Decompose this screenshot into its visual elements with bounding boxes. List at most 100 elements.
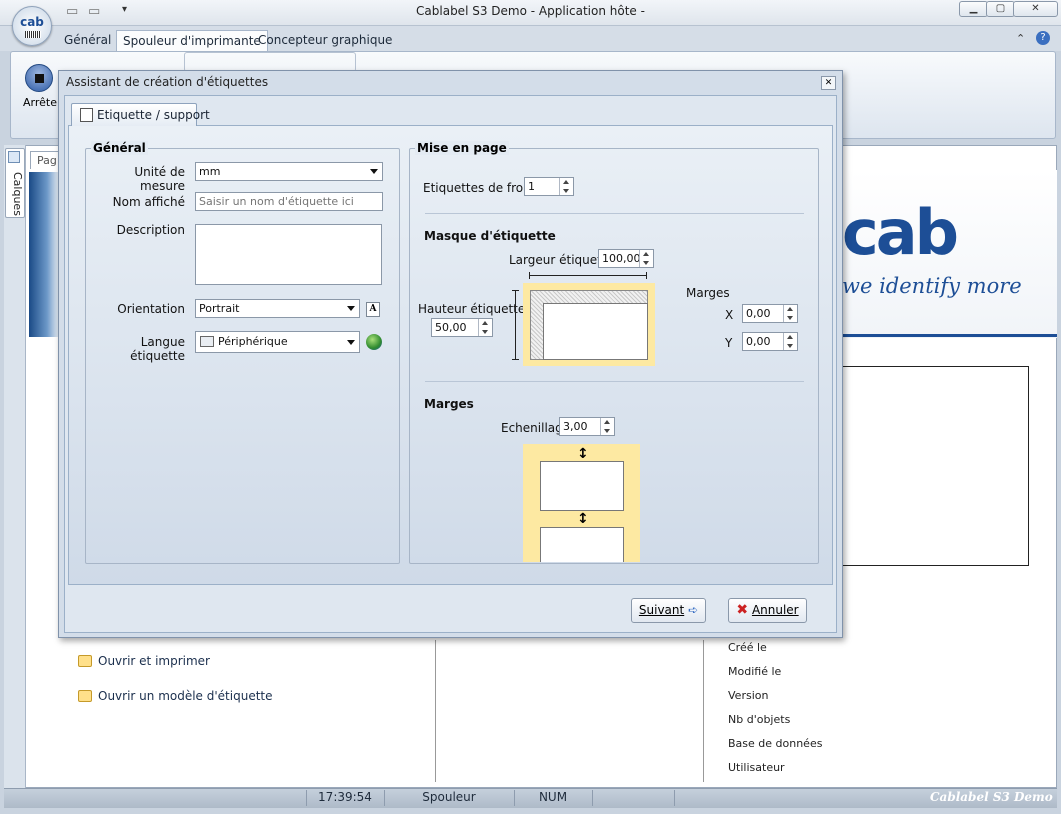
qat-dropdown-icon[interactable]: ▾: [122, 4, 127, 20]
front-label: Etiquettes de front: [423, 181, 536, 195]
status-mode: Spouleur: [422, 790, 476, 804]
app-logo[interactable]: cab: [12, 6, 52, 46]
maximize-icon: ▢: [995, 3, 1006, 14]
y-input[interactable]: 0,00: [742, 332, 798, 351]
cancel-label: Annuler: [751, 603, 799, 617]
column-divider: [703, 640, 704, 782]
prop-modified: Modifié le: [728, 665, 782, 678]
spinner-icon[interactable]: [639, 250, 653, 267]
column-divider: [435, 640, 436, 782]
close-icon: ✕: [824, 78, 833, 88]
spinner-icon[interactable]: [783, 305, 797, 322]
chevron-down-icon: [370, 169, 378, 174]
general-title: Général: [91, 141, 148, 155]
status-brand: Cablabel S3 Demo: [930, 790, 1053, 804]
unit-value: mm: [199, 165, 221, 178]
unit-label: Unité de mesure: [134, 165, 185, 193]
width-dimension-line: [529, 275, 647, 276]
status-time: 17:39:54: [318, 790, 372, 804]
width-input[interactable]: 100,00: [598, 249, 654, 268]
side-strip: [4, 145, 26, 788]
height-input[interactable]: 50,00: [431, 318, 493, 337]
front-input[interactable]: 1: [524, 177, 574, 196]
open-and-print-link[interactable]: Ouvrir et imprimer: [78, 654, 210, 672]
maximize-button[interactable]: ▢: [986, 1, 1015, 17]
cab-logo: cab: [842, 196, 959, 269]
chevron-down-icon: [347, 306, 355, 311]
spinner-icon[interactable]: [600, 418, 614, 435]
stop-button-label[interactable]: Arrêter: [23, 96, 62, 109]
height-label: Hauteur étiquette: [418, 302, 526, 316]
language-select[interactable]: Périphérique: [195, 331, 360, 353]
gap-input[interactable]: 3,00: [559, 417, 615, 436]
tab-concepteur[interactable]: Concepteur graphique: [252, 30, 398, 51]
tab-spouleur[interactable]: Spouleur d'imprimante: [116, 30, 268, 51]
vertical-arrow-icon: ↕: [577, 446, 589, 462]
ribbon-group: [184, 52, 356, 72]
spinner-icon[interactable]: [559, 178, 573, 195]
unit-select[interactable]: mm: [195, 162, 383, 181]
prop-created: Créé le: [728, 641, 767, 654]
globe-icon[interactable]: [366, 334, 382, 350]
open-template-link[interactable]: Ouvrir un modèle d'étiquette: [78, 689, 273, 707]
width-value: 100,00: [602, 252, 641, 265]
dialog-title: Assistant de création d'étiquettes: [66, 75, 269, 89]
vertical-arrow-icon: ↕: [577, 511, 589, 527]
separator: [425, 213, 804, 214]
rotate-text-icon[interactable]: A: [366, 302, 380, 317]
help-icon[interactable]: ?: [1036, 31, 1050, 45]
margins-label: Marges: [686, 286, 730, 300]
next-label: Suivant: [638, 603, 685, 617]
status-separator: [674, 790, 675, 806]
arrow-right-icon: ➪: [688, 603, 699, 617]
dimension-tick: [512, 359, 519, 360]
cancel-x-icon: ✖: [736, 602, 749, 618]
name-label: Nom affiché: [112, 195, 185, 209]
height-value: 50,00: [435, 321, 467, 334]
window-title: Cablabel S3 Demo - Application hôte -: [416, 4, 645, 18]
calques-label[interactable]: Calques: [11, 172, 24, 216]
close-window-button[interactable]: ✕: [1013, 1, 1058, 17]
orientation-value: Portrait: [199, 302, 240, 315]
name-input[interactable]: [195, 192, 383, 211]
gap-label-top: [540, 461, 624, 511]
open-print-icon: [78, 655, 92, 667]
layout-title: Mise en page: [415, 141, 509, 155]
x-label: X: [725, 308, 734, 322]
cancel-button[interactable]: ✖ Annuler: [728, 598, 807, 623]
prop-database: Base de données: [728, 737, 823, 750]
dialog-close-button[interactable]: ✕: [821, 76, 836, 90]
y-label: Y: [725, 336, 733, 350]
app-logo-text: cab: [20, 15, 44, 29]
printer-icon: [200, 336, 214, 347]
collapse-ribbon-icon[interactable]: ⌃: [1016, 32, 1025, 45]
spinner-icon[interactable]: [783, 333, 797, 350]
folder-icon: [78, 690, 92, 702]
tab-general[interactable]: Général: [58, 30, 117, 51]
stop-icon[interactable]: [25, 64, 53, 92]
prop-objects: Nb d'objets: [728, 713, 791, 726]
label-icon: [80, 108, 93, 122]
spinner-icon[interactable]: [478, 319, 492, 336]
height-dimension-line: [515, 290, 516, 360]
chevron-down-icon: [347, 340, 355, 345]
minimize-button[interactable]: ▁: [959, 1, 988, 17]
save-icon[interactable]: ▭: [66, 4, 78, 20]
description-label: Description: [116, 223, 185, 237]
orientation-label: Orientation: [117, 302, 185, 316]
prop-user: Utilisateur: [728, 761, 785, 774]
link-label: Ouvrir un modèle d'étiquette: [98, 689, 273, 703]
print-icon[interactable]: ▭: [88, 4, 100, 20]
gap-value: 3,00: [563, 420, 588, 433]
x-input[interactable]: 0,00: [742, 304, 798, 323]
next-button[interactable]: Suivant ➪: [631, 598, 706, 623]
layers-icon: [8, 151, 20, 163]
status-separator: [592, 790, 593, 806]
y-value: 0,00: [746, 335, 771, 348]
description-input[interactable]: [195, 224, 382, 285]
mask-title: Masque d'étiquette: [424, 229, 556, 243]
front-value: 1: [528, 180, 535, 193]
link-label: Ouvrir et imprimer: [98, 654, 210, 668]
orientation-select[interactable]: Portrait: [195, 299, 360, 318]
tab-etiquette-label[interactable]: Etiquette / support: [97, 108, 210, 122]
